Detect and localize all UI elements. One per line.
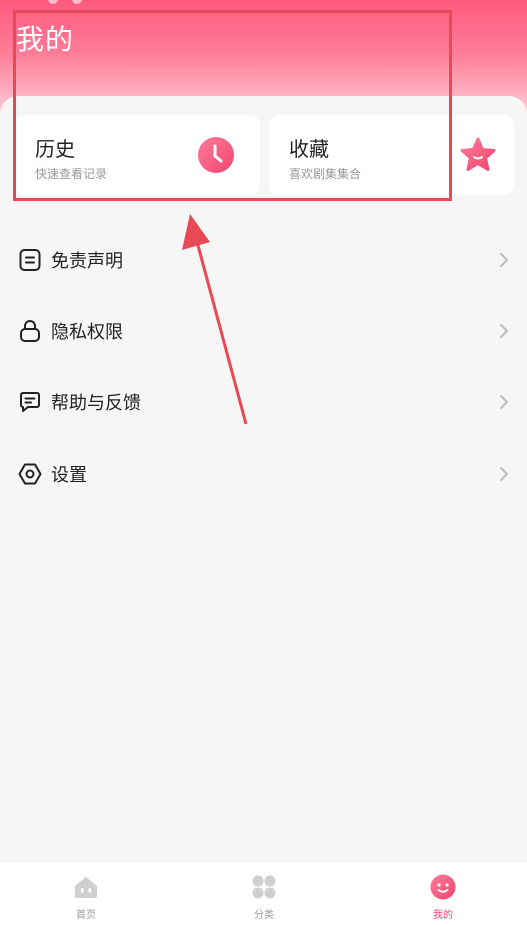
chevron-right-icon — [500, 467, 509, 481]
category-grid-icon — [252, 875, 276, 899]
menu-item-disclaimer[interactable]: 免责声明 — [0, 232, 527, 288]
clock-icon — [198, 137, 234, 173]
favorites-card[interactable]: 收藏 喜欢剧集集合 — [269, 115, 514, 195]
chevron-right-icon — [500, 324, 509, 338]
favorites-card-subtitle: 喜欢剧集集合 — [289, 167, 362, 181]
menu-item-label: 设置 — [51, 465, 87, 486]
menu-item-label: 免责声明 — [51, 251, 123, 272]
home-icon — [75, 877, 97, 898]
tab-mine[interactable]: 我的 — [383, 862, 503, 925]
menu-item-label: 隐私权限 — [51, 322, 123, 343]
page-title: 我的 — [16, 23, 75, 56]
tab-label: 我的 — [433, 910, 453, 921]
history-card-subtitle: 快速查看记录 — [35, 167, 108, 181]
menu-item-label: 帮助与反馈 — [51, 393, 141, 414]
tab-label: 分类 — [254, 910, 274, 921]
chat-icon — [20, 392, 40, 412]
menu-item-privacy[interactable]: 隐私权限 — [0, 303, 527, 359]
history-card[interactable]: 历史 快速查看记录 — [15, 115, 260, 195]
chevron-right-icon — [500, 395, 509, 409]
settings-hexagon-icon — [18, 463, 42, 485]
favorites-card-title: 收藏 — [289, 137, 329, 161]
document-icon — [19, 249, 41, 271]
lock-icon — [20, 320, 40, 342]
star-icon — [460, 137, 496, 171]
history-card-title: 历史 — [35, 137, 75, 161]
status-indicators — [48, 0, 82, 4]
chevron-right-icon — [500, 253, 509, 267]
tab-label: 首页 — [76, 910, 96, 921]
bottom-tab-bar: 首页 分类 我的 — [0, 861, 527, 925]
menu-item-settings[interactable]: 设置 — [0, 446, 527, 502]
smiley-icon — [430, 874, 456, 900]
menu-item-help-feedback[interactable]: 帮助与反馈 — [0, 374, 527, 430]
tab-home[interactable]: 首页 — [26, 862, 146, 925]
tab-category[interactable]: 分类 — [204, 862, 324, 925]
